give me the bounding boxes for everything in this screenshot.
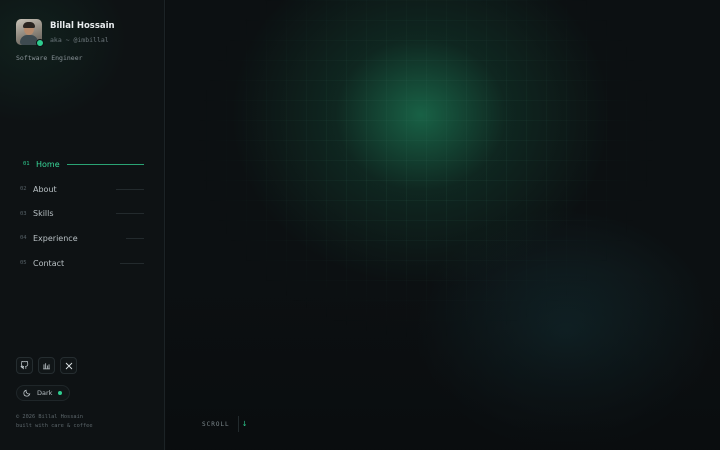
profile-role: Software Engineer — [16, 54, 83, 62]
github-icon — [20, 361, 29, 370]
nav-item-number: 02 — [20, 186, 27, 193]
theme-status-dot — [58, 391, 63, 395]
nav-item-skills[interactable]: 03 Skills — [16, 201, 144, 226]
stats-link[interactable] — [38, 357, 55, 374]
nav-item-label: About — [33, 184, 57, 194]
profile: Billal Hossain aka ~ @imbillal — [16, 19, 115, 47]
nav-line — [116, 188, 144, 190]
scroll-label: SCROLL — [202, 420, 230, 428]
main-nav: 01 Home 02 About 03 Skills 04 Experience… — [16, 152, 144, 275]
nav-item-label: Contact — [33, 258, 65, 268]
nav-item-experience[interactable]: 04 Experience — [16, 226, 144, 251]
theme-label: Dark — [37, 389, 53, 397]
sidebar-footer: © 2026 Billal Hossain built with care & … — [16, 413, 93, 431]
profile-text: Billal Hossain aka ~ @imbillal — [50, 21, 115, 44]
copyright-text: © 2026 Billal Hossain — [16, 414, 83, 420]
nav-item-number: 04 — [20, 235, 27, 242]
nav-item-home[interactable]: 01 Home — [16, 152, 144, 177]
background-vignette — [166, 0, 720, 450]
nav-item-number: 01 — [23, 161, 30, 168]
github-link[interactable] — [16, 357, 33, 374]
nav-line — [120, 262, 144, 264]
nav-item-number: 03 — [20, 210, 27, 217]
nav-item-label: Experience — [33, 233, 78, 243]
online-status-dot — [36, 39, 44, 47]
nav-line — [126, 237, 144, 239]
nav-item-contact[interactable]: 05 Contact — [16, 251, 144, 276]
avatar-hair — [23, 22, 35, 28]
tagline-text: built with care & coffee — [16, 423, 93, 429]
nav-item-about[interactable]: 02 About — [16, 177, 144, 202]
profile-name: Billal Hossain — [50, 20, 115, 31]
social-links — [16, 357, 77, 374]
theme-toggle[interactable]: Dark — [16, 385, 71, 401]
avatar — [16, 19, 44, 47]
x-logo-icon — [65, 362, 72, 369]
hero-area: SCROLL ↓ — [166, 0, 720, 450]
sidebar: Billal Hossain aka ~ @imbillal Software … — [0, 0, 165, 450]
nav-item-label: Home — [36, 159, 60, 169]
arrow-down-icon: ↓ — [237, 416, 251, 432]
portfolio-page: Billal Hossain aka ~ @imbillal Software … — [0, 0, 720, 450]
profile-handle: aka ~ @imbillal — [50, 35, 109, 44]
nav-active-line — [66, 163, 144, 165]
bar-chart-icon — [43, 363, 50, 370]
nav-line — [116, 213, 144, 215]
scroll-indicator[interactable]: SCROLL ↓ — [202, 416, 251, 432]
x-link[interactable] — [60, 357, 77, 374]
nav-item-number: 05 — [20, 260, 27, 267]
nav-item-label: Skills — [33, 209, 54, 219]
moon-icon — [23, 389, 31, 397]
